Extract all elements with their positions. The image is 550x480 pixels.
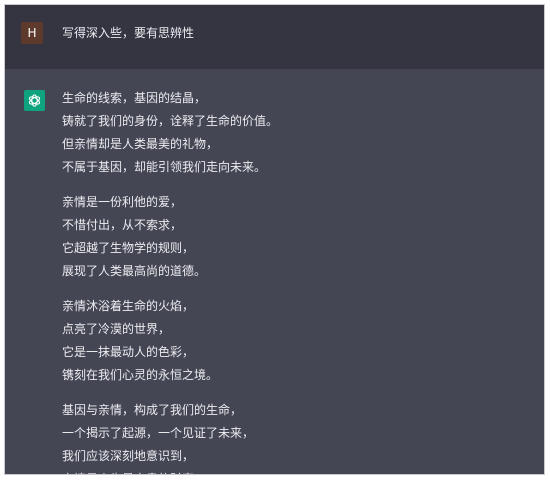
user-message-row: H 写得深入些，要有思辨性 xyxy=(5,5,544,69)
poem-stanza: 生命的线索，基因的结晶， 铸就了我们的身份，诠释了生命的价值。 但亲情却是人类最美的… xyxy=(62,87,278,179)
poem-line: 一个揭示了起源，一个见证了未来， xyxy=(62,426,255,440)
assistant-message-row: 生命的线索，基因的结晶， 铸就了我们的身份，诠释了生命的价值。 但亲情却是人类最美的… xyxy=(5,69,544,474)
assistant-message-text: 生命的线索，基因的结晶， 铸就了我们的身份，诠释了生命的价值。 但亲情却是人类最美的… xyxy=(62,87,278,474)
poem-stanza: 亲情沐浴着生命的火焰， 点亮了冷漠的世界， 它是一抹最动人的色彩， 镌刻在我们心灵的永… xyxy=(62,295,278,387)
poem-line: 亲情是一份利他的爱， xyxy=(62,195,183,209)
chatgpt-logo-icon xyxy=(28,94,41,107)
user-message-text: 写得深入些，要有思辨性 xyxy=(62,26,195,40)
poem-line: 它超越了生物学的规则， xyxy=(62,241,195,255)
chat-window: H 写得深入些，要有思辨性 生命的线索，基因的结晶， 铸就了我们的身份，诠释了生命… xyxy=(4,4,545,475)
poem-line: 铸就了我们的身份，诠释了生命的价值。 xyxy=(62,114,279,128)
poem-line: 亲情是人生最宝贵的财富。 xyxy=(62,468,278,474)
poem-line: 亲情沐浴着生命的火焰， xyxy=(62,299,195,313)
poem-stanza: 亲情是一份利他的爱， 不惜付出，从不索求， 它超越了生物学的规则， 展现了人类最高尚的… xyxy=(62,191,278,283)
poem-line: 我们应该深刻地意识到， xyxy=(62,449,195,463)
poem-line: 镌刻在我们心灵的永恒之境。 xyxy=(62,368,219,382)
assistant-avatar xyxy=(24,90,45,111)
poem-line: 展现了人类最高尚的道德。 xyxy=(62,264,207,278)
poem-line: 不惜付出，从不索求， xyxy=(62,218,183,232)
user-avatar: H xyxy=(21,22,43,44)
poem-line: 但亲情却是人类最美的礼物， xyxy=(62,137,219,151)
poem-line: 它是一抹最动人的色彩， xyxy=(62,345,195,359)
poem-line: 不属于基因，却能引领我们走向未来。 xyxy=(62,160,267,174)
poem-line: 基因与亲情，构成了我们的生命， xyxy=(62,403,243,417)
poem-line: 生命的线索，基因的结晶， xyxy=(62,91,207,105)
poem-line: 点亮了冷漠的世界， xyxy=(62,322,171,336)
poem-stanza: 基因与亲情，构成了我们的生命， 一个揭示了起源，一个见证了未来， 我们应该深刻地意识… xyxy=(62,399,278,474)
